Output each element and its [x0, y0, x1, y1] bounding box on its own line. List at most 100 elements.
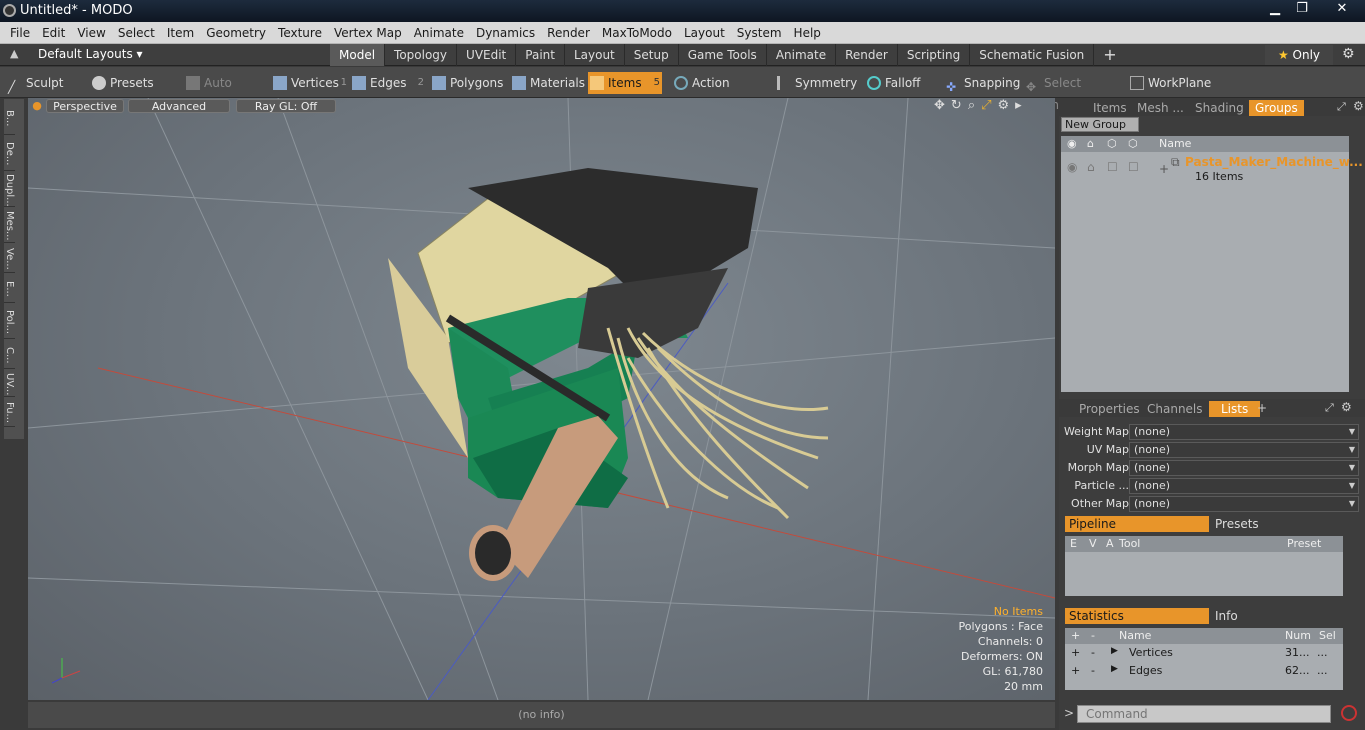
- command-input[interactable]: [1077, 705, 1331, 723]
- advanced-dropdown[interactable]: Advanced: [128, 99, 230, 113]
- gear-icon[interactable]: ⚙: [1342, 46, 1355, 62]
- menu-vertex-map[interactable]: Vertex Map: [328, 22, 408, 44]
- tab-paint[interactable]: Paint: [516, 44, 565, 66]
- expand-arrow-icon[interactable]: ▶: [1111, 646, 1118, 656]
- default-layouts-dropdown[interactable]: Default Layouts ▾: [38, 47, 143, 61]
- expand-icon[interactable]: ⤢: [1337, 100, 1346, 114]
- select-through-button[interactable]: ✥Select Through: [1024, 72, 1120, 112]
- tab-animate[interactable]: Animate: [767, 44, 837, 66]
- expand-arrow-icon[interactable]: ▶: [1111, 664, 1118, 674]
- other-map-select[interactable]: (none): [1129, 496, 1359, 512]
- left-tab-9[interactable]: UV...: [4, 369, 15, 397]
- snapping-button[interactable]: ✜ Snapping: [944, 72, 1020, 94]
- tab-game-tools[interactable]: Game Tools: [679, 44, 767, 66]
- viewport-more-icon[interactable]: ▸: [1015, 98, 1028, 113]
- morph-map-select[interactable]: (none): [1129, 460, 1359, 476]
- menu-select[interactable]: Select: [112, 22, 161, 44]
- left-tab-6[interactable]: E...: [4, 273, 15, 303]
- action-center-button[interactable]: Action Center: [672, 72, 764, 112]
- pipeline-tab[interactable]: Pipeline: [1065, 516, 1209, 532]
- menu-dynamics[interactable]: Dynamics: [470, 22, 541, 44]
- menu-item[interactable]: Item: [161, 22, 200, 44]
- statistics-tab[interactable]: Statistics: [1065, 608, 1209, 624]
- move-view-icon[interactable]: ✥: [934, 98, 951, 113]
- left-tab-2[interactable]: De...: [4, 135, 15, 171]
- menu-help[interactable]: Help: [788, 22, 827, 44]
- zoom-view-icon[interactable]: ⌕: [968, 98, 981, 113]
- menu-animate[interactable]: Animate: [408, 22, 470, 44]
- left-tab-5[interactable]: Ve...: [4, 243, 15, 273]
- pipeline-presets-tab[interactable]: Presets: [1211, 516, 1351, 532]
- menu-edit[interactable]: Edit: [36, 22, 71, 44]
- perspective-dropdown[interactable]: Perspective: [46, 99, 124, 113]
- tab-layout[interactable]: Layout: [565, 44, 625, 66]
- menu-maxtomodo[interactable]: MaxToModo: [596, 22, 678, 44]
- sculpt-button[interactable]: ╱ Sculpt: [6, 72, 86, 94]
- fit-view-icon[interactable]: ⤢: [981, 98, 997, 113]
- left-tab-1[interactable]: B...: [4, 99, 15, 135]
- falloff-button[interactable]: Falloff: [865, 72, 935, 94]
- tab-scripting[interactable]: Scripting: [898, 44, 971, 66]
- polygons-button[interactable]: Polygons: [430, 72, 503, 94]
- tab-mesh[interactable]: Mesh ...: [1131, 100, 1190, 116]
- workplane-button[interactable]: WorkPlane: [1128, 72, 1211, 94]
- uv-map-select[interactable]: (none): [1129, 442, 1359, 458]
- presets-button[interactable]: Presets F6: [90, 72, 172, 112]
- rotate-view-icon[interactable]: ↻: [951, 98, 968, 113]
- record-icon[interactable]: [1341, 705, 1357, 721]
- left-tab-10[interactable]: Fu...: [4, 397, 15, 427]
- tab-lists[interactable]: Lists: [1209, 401, 1261, 417]
- row-lock-icon[interactable]: ⌂: [1087, 160, 1095, 174]
- maximize-button[interactable]: ❐: [1289, 0, 1315, 18]
- tab-setup[interactable]: Setup: [625, 44, 679, 66]
- tab-schematic-fusion[interactable]: Schematic Fusion: [970, 44, 1095, 66]
- materials-button[interactable]: Materials: [510, 72, 585, 94]
- table-row[interactable]: + - ▶ Vertices 31... ...: [1065, 646, 1343, 664]
- menu-view[interactable]: View: [71, 22, 111, 44]
- menu-file[interactable]: File: [0, 22, 36, 44]
- viewport-menu-dot[interactable]: ●: [32, 99, 42, 113]
- pasta-maker-model[interactable]: [388, 168, 829, 581]
- row-select-checkbox[interactable]: ☐: [1128, 160, 1139, 174]
- vertices-button[interactable]: Vertices 1: [271, 72, 347, 94]
- menu-render[interactable]: Render: [541, 22, 596, 44]
- tab-channels[interactable]: Channels: [1141, 401, 1209, 417]
- menu-system[interactable]: System: [731, 22, 788, 44]
- symmetry-button[interactable]: Symmetry: [775, 72, 857, 94]
- left-tab-7[interactable]: Pol...: [4, 303, 15, 339]
- info-tab[interactable]: Info: [1211, 608, 1351, 624]
- expand-plus-icon[interactable]: +: [1159, 162, 1169, 176]
- groups-list[interactable]: ◉ ⌂ ⬡ ⬡ Name ◉ ⌂ ☐ ☐ + ⧉ Pasta_Maker_Mac…: [1061, 136, 1363, 392]
- add-tab-button[interactable]: +: [1094, 44, 1125, 66]
- particle-select[interactable]: (none): [1129, 478, 1359, 494]
- expand-icon-2[interactable]: ⤢: [1325, 401, 1334, 415]
- left-tab-8[interactable]: C...: [4, 339, 15, 369]
- 3d-viewport[interactable]: ● Perspective Advanced Ray GL: Off ✥↻⌕⤢⚙…: [28, 98, 1055, 700]
- row-eye-icon[interactable]: ◉: [1067, 160, 1077, 174]
- items-button[interactable]: Items 5: [588, 72, 662, 94]
- raygl-toggle[interactable]: Ray GL: Off: [236, 99, 336, 113]
- panel-gear-icon-2[interactable]: ⚙: [1341, 400, 1352, 414]
- tab-shading[interactable]: Shading: [1189, 100, 1250, 116]
- minimize-button[interactable]: ▁: [1262, 0, 1288, 18]
- group-name[interactable]: Pasta_Maker_Machine_w...: [1185, 155, 1363, 169]
- tab-groups[interactable]: Groups: [1249, 100, 1304, 116]
- tab-uvedit[interactable]: UVEdit: [457, 44, 517, 66]
- tab-properties[interactable]: Properties: [1073, 401, 1146, 417]
- edges-button[interactable]: Edges 2: [350, 72, 424, 94]
- pipeline-list[interactable]: E V A Tool Preset: [1065, 536, 1343, 596]
- statistics-list[interactable]: + - Name Num Sel + - ▶ Vertices 31... ...…: [1065, 628, 1343, 690]
- close-button[interactable]: ✕: [1327, 0, 1357, 18]
- tab-topology[interactable]: Topology: [385, 44, 458, 66]
- table-row[interactable]: + - ▶ Edges 62... ...: [1065, 664, 1343, 682]
- tab-items[interactable]: Items: [1087, 100, 1133, 116]
- menu-layout[interactable]: Layout: [678, 22, 731, 44]
- new-group-button[interactable]: New Group: [1061, 117, 1139, 132]
- left-tab-4[interactable]: Mes...: [4, 207, 15, 243]
- group-row[interactable]: ◉ ⌂ ☐ ☐ + ⧉ Pasta_Maker_Machine_w... 16 …: [1061, 154, 1363, 184]
- add-panel-tab-icon[interactable]: +: [1257, 401, 1267, 415]
- tab-render[interactable]: Render: [836, 44, 898, 66]
- layout-arrow-icon[interactable]: ▲: [10, 47, 18, 60]
- weight-map-select[interactable]: (none): [1129, 424, 1359, 440]
- menu-geometry[interactable]: Geometry: [200, 22, 272, 44]
